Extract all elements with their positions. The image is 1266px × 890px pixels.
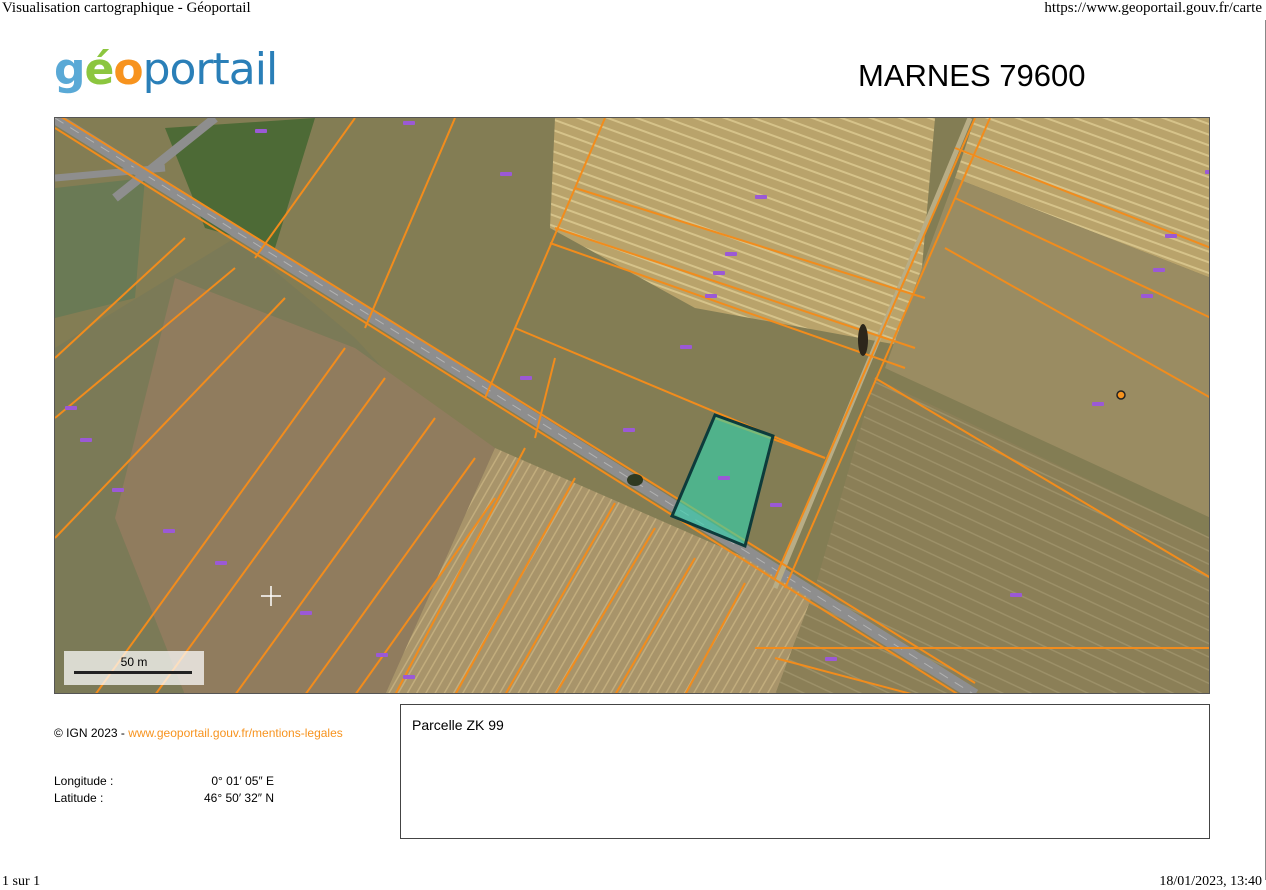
latitude-label: Latitude : — [54, 791, 104, 805]
longitude-value: 0° 01′ 05″ E — [211, 774, 274, 788]
scale-bar: 50 m — [64, 651, 204, 685]
longitude-label: Longitude : — [54, 774, 114, 788]
copyright: © IGN 2023 - www.geoportail.gouv.fr/ment… — [54, 726, 343, 740]
tree — [627, 474, 643, 486]
scale-line — [74, 671, 192, 674]
browser-page-title: Visualisation cartographique - Géoportai… — [2, 0, 251, 16]
browser-url: https://www.geoportail.gouv.fr/carte — [1044, 0, 1262, 16]
commune-title: MARNES 79600 — [858, 58, 1086, 93]
coordinates: Longitude : 0° 01′ 05″ E Latitude : 46° … — [54, 773, 274, 807]
print-date: 18/01/2023, 13:40 — [1159, 874, 1262, 889]
aerial-map[interactable]: 50 m — [54, 117, 1210, 694]
location-dot-icon[interactable] — [1116, 390, 1126, 400]
map-canvas[interactable] — [55, 118, 1210, 694]
geoportail-logo: géoportail — [54, 44, 278, 95]
page-number: 1 sur 1 — [2, 874, 41, 889]
latitude-value: 46° 50′ 32″ N — [203, 791, 274, 805]
hay-stack — [858, 324, 868, 356]
parcel-info-box: Parcelle ZK 99 — [400, 704, 1210, 839]
scrubland — [55, 178, 145, 318]
scale-label: 50 m — [120, 655, 148, 669]
legal-link[interactable]: www.geoportail.gouv.fr/mentions-legales — [128, 726, 343, 740]
parcel-identifier: Parcelle ZK 99 — [412, 717, 504, 733]
